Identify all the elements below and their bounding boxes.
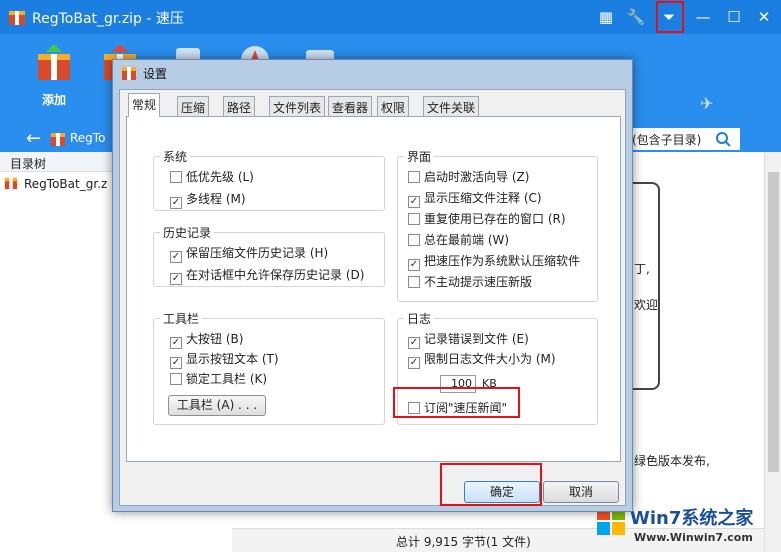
toolbar-settings-button[interactable]: 工具栏 (A) . . .	[168, 395, 266, 416]
log-group-title: 日志	[404, 310, 435, 327]
checkbox-label: 把速压作为系统默认压缩软件	[424, 254, 581, 268]
minimize-button[interactable]: —	[692, 6, 714, 28]
checkbox-label: 记录错误到文件 (E)	[424, 332, 529, 346]
always-on-top-checkbox[interactable]: 总在最前端 (W)	[408, 231, 509, 249]
reuse-window-checkbox[interactable]: 重复使用已存在的窗口 (R)	[408, 210, 566, 228]
tab-compression[interactable]: 压缩	[177, 96, 210, 116]
checkbox-label: 启动时激活向导 (Z)	[424, 170, 530, 184]
scroll-thumb[interactable]	[768, 172, 779, 472]
checkbox-box[interactable]: ✓	[170, 337, 182, 349]
checkbox-box[interactable]: ✓	[408, 196, 420, 208]
side-text-2: 欢迎	[634, 298, 659, 312]
grid-view-icon[interactable]: ▦	[595, 6, 617, 28]
checkbox-box[interactable]	[408, 276, 420, 288]
system-group-title: 系统	[160, 148, 191, 165]
dialog-title: 设置	[143, 67, 168, 81]
cancel-button[interactable]: 取消	[543, 481, 619, 503]
default-compressor-checkbox[interactable]: ✓ 把速压作为系统默认压缩软件	[408, 252, 581, 271]
checkbox-box[interactable]: ✓	[408, 357, 420, 369]
tab-file-associations[interactable]: 文件关联	[423, 96, 480, 116]
dialog-body: 常规 压缩 路径 文件列表 查看器 权限 文件关联 系统 低优先级 (L) ✓ 多…	[119, 89, 626, 506]
tab-file-list[interactable]: 文件列表	[269, 96, 326, 116]
history-group-title: 历史记录	[160, 224, 215, 241]
checkbox-box[interactable]: ✓	[408, 259, 420, 271]
settings-dialog: 设置 常规 压缩 路径 文件列表 查看器 权限 文件关联 系统 低优先级 (L)…	[112, 59, 633, 512]
checkbox-box[interactable]	[170, 373, 182, 385]
add-archive-icon	[38, 44, 70, 80]
no-update-prompt-checkbox[interactable]: 不主动提示速压新版	[408, 273, 532, 291]
checkbox-box[interactable]: ✓	[170, 197, 182, 209]
checkbox-box[interactable]	[408, 171, 420, 183]
comment-frame	[632, 182, 660, 390]
wizard-on-start-checkbox[interactable]: 启动时激活向导 (Z)	[408, 168, 529, 186]
checkbox-label: 在对话框中允许保存历史记录 (D)	[186, 268, 365, 282]
status-text: 总计 9,915 字节(1 文件)	[396, 535, 531, 549]
paper-plane-icon: ✈	[700, 94, 714, 113]
menu-button-highlight	[656, 1, 684, 33]
add-label: 添加	[41, 93, 66, 107]
side-text-3: 绿色版本发布,	[634, 454, 710, 468]
keep-history-checkbox[interactable]: ✓ 保留压缩文件历史记录 (H)	[170, 244, 329, 263]
window-title: RegToBat_gr.zip - 速压	[32, 11, 184, 27]
limit-log-size-checkbox[interactable]: ✓ 限制日志文件大小为 (M)	[408, 350, 556, 369]
side-text-1: 丁,	[634, 262, 650, 276]
checkbox-label: 不主动提示速压新版	[424, 275, 533, 289]
search-icon[interactable]	[713, 130, 735, 148]
zip-file-icon	[51, 133, 65, 146]
wrench-settings-icon[interactable]: 🔧	[625, 6, 647, 28]
show-comment-checkbox[interactable]: ✓ 显示压缩文件注释 (C)	[408, 189, 542, 208]
dialog-history-checkbox[interactable]: ✓ 在对话框中允许保存历史记录 (D)	[170, 266, 365, 285]
app-logo-icon	[9, 11, 25, 25]
vertical-scrollbar[interactable]	[764, 152, 781, 552]
log-errors-checkbox[interactable]: ✓ 记录错误到文件 (E)	[408, 330, 529, 349]
show-button-text-checkbox[interactable]: ✓ 显示按钮文本 (T)	[170, 350, 279, 369]
checkbox-box[interactable]	[170, 171, 182, 183]
tree-item-archive[interactable]: RegToBat_gr.z	[4, 176, 107, 191]
checkbox-box[interactable]	[408, 234, 420, 246]
checkbox-box[interactable]: ✓	[170, 251, 182, 263]
back-arrow-icon[interactable]: ←	[26, 128, 41, 149]
checkbox-box[interactable]	[408, 213, 420, 225]
tree-item-label: RegToBat_gr.z	[24, 177, 108, 191]
tab-permissions[interactable]: 权限	[377, 96, 410, 116]
checkbox-label: 多线程 (M)	[186, 192, 246, 206]
dialog-app-icon	[122, 67, 136, 80]
watermark-title: Win7系统之家	[630, 508, 754, 529]
history-group: 历史记录 ✓ 保留压缩文件历史记录 (H) ✓ 在对话框中允许保存历史记录 (D)	[153, 224, 385, 287]
checkbox-label: 重复使用已存在的窗口 (R)	[424, 212, 566, 226]
multithread-checkbox[interactable]: ✓ 多线程 (M)	[170, 190, 246, 209]
tab-paths[interactable]: 路径	[223, 96, 256, 116]
checkbox-label: 锁定工具栏 (K)	[186, 372, 268, 386]
checkbox-label: 显示压缩文件注释 (C)	[424, 191, 542, 205]
checkbox-label: 总在最前端 (W)	[424, 233, 510, 247]
address-path[interactable]: RegTo	[70, 131, 105, 145]
checkbox-label: 显示按钮文本 (T)	[186, 352, 279, 366]
toolbar-group: 工具栏 ✓ 大按钮 (B) ✓ 显示按钮文本 (T) 锁定工具栏 (K) 工具栏 (…	[153, 310, 385, 425]
toolbar-group-title: 工具栏	[160, 310, 203, 327]
interface-group-title: 界面	[404, 148, 435, 165]
close-button[interactable]: ✕	[753, 6, 775, 28]
watermark-url: Www.Winwin7.com	[634, 531, 753, 544]
interface-group: 界面 启动时激活向导 (Z) ✓ 显示压缩文件注释 (C) 重复使用已存在的窗口 …	[397, 148, 598, 302]
tab-viewer[interactable]: 查看器	[328, 96, 373, 116]
zip-file-icon	[4, 177, 18, 190]
checkbox-box[interactable]: ✓	[408, 337, 420, 349]
add-button[interactable]: 添加	[24, 42, 84, 122]
general-tab-panel: 系统 低优先级 (L) ✓ 多线程 (M) 历史记录 ✓ 保留压缩文件历史记录 (H…	[126, 116, 621, 462]
checkbox-label: 大按钮 (B)	[186, 332, 244, 346]
checkbox-box[interactable]: ✓	[170, 357, 182, 369]
lock-toolbar-checkbox[interactable]: 锁定工具栏 (K)	[170, 370, 267, 388]
checkbox-label: 限制日志文件大小为 (M)	[424, 352, 556, 366]
maximize-button[interactable]: ☐	[723, 6, 745, 28]
checkbox-box[interactable]: ✓	[170, 273, 182, 285]
checkbox-label: 低优先级 (L)	[186, 170, 254, 184]
subscribe-highlight	[393, 387, 520, 418]
tab-general[interactable]: 常规	[128, 93, 161, 117]
ok-button-highlight	[440, 463, 542, 506]
system-group: 系统 低优先级 (L) ✓ 多线程 (M)	[153, 148, 385, 211]
low-priority-checkbox[interactable]: 低优先级 (L)	[170, 168, 254, 186]
large-buttons-checkbox[interactable]: ✓ 大按钮 (B)	[170, 330, 244, 349]
checkbox-label: 保留压缩文件历史记录 (H)	[186, 246, 329, 260]
